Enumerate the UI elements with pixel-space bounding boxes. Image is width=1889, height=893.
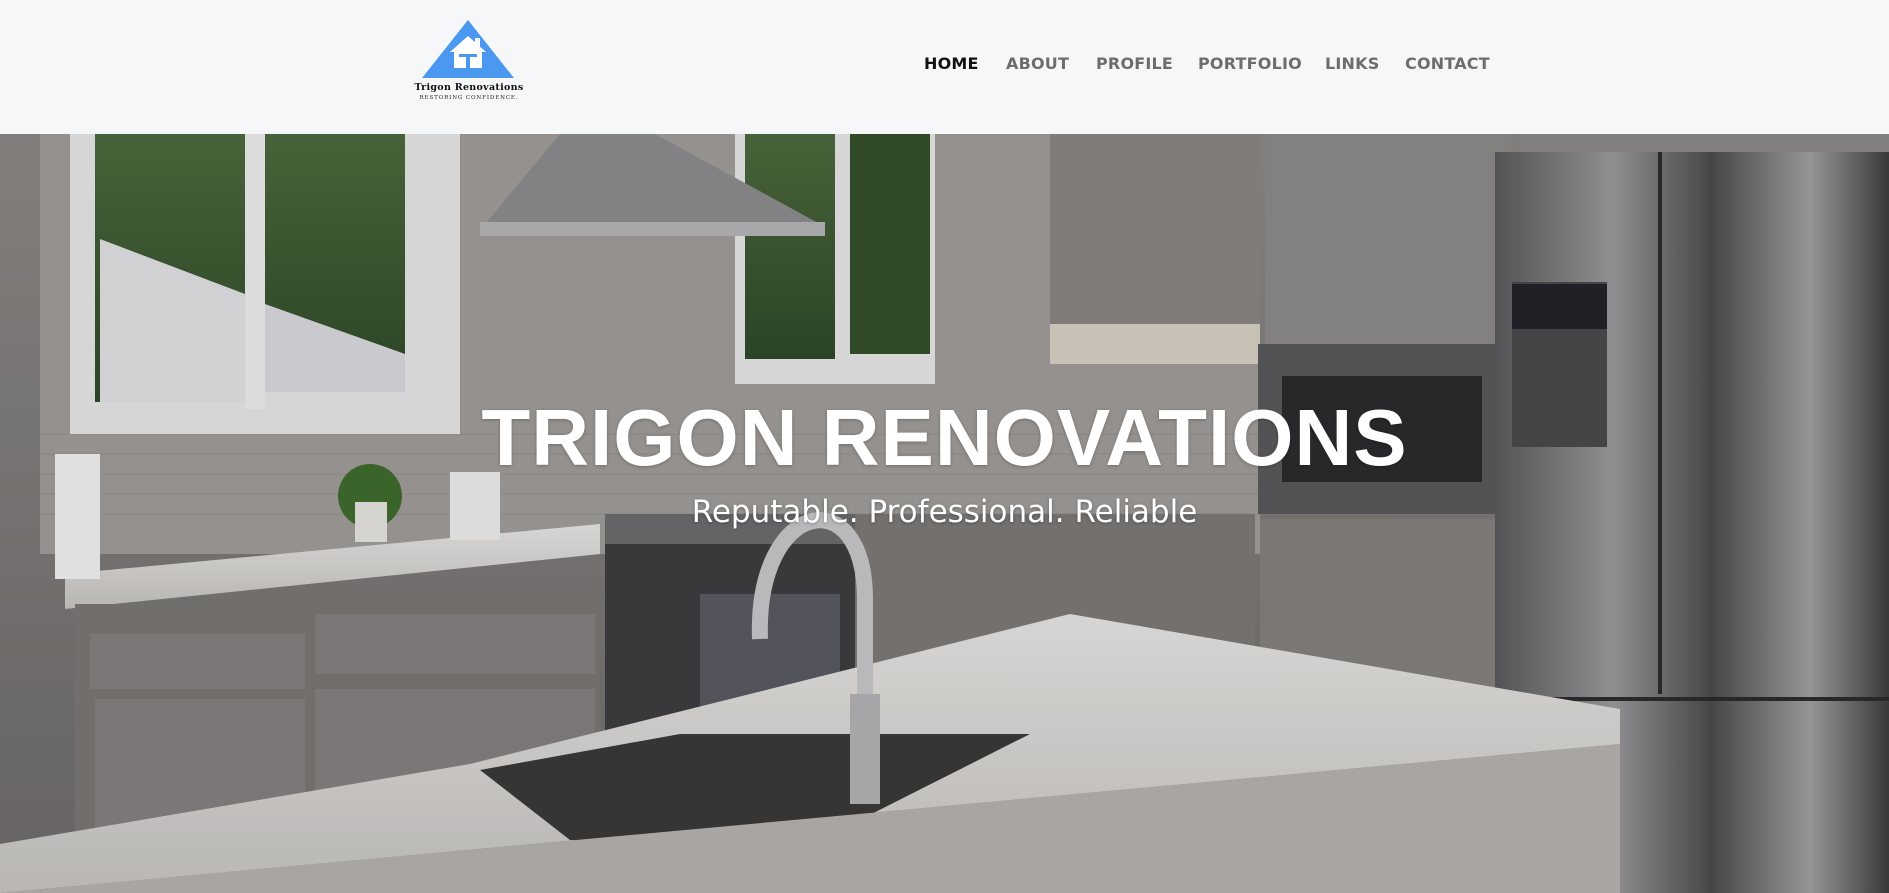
nav-links[interactable]: LINKS — [1325, 54, 1379, 73]
nav-home[interactable]: HOME — [924, 54, 979, 73]
hero-section: TRIGON RENOVATIONS Reputable. Profession… — [0, 134, 1889, 893]
site-header: Trigon Renovations RESTORING CONFIDENCE.… — [0, 0, 1889, 134]
hero-subtitle: Reputable. Professional. Reliable — [691, 494, 1198, 530]
nav-profile[interactable]: PROFILE — [1096, 54, 1173, 73]
logo-tagline: RESTORING CONFIDENCE. — [419, 95, 519, 101]
nav-about[interactable]: ABOUT — [1006, 54, 1069, 73]
hero-title: TRIGON RENOVATIONS — [481, 393, 1408, 482]
nav-portfolio[interactable]: PORTFOLIO — [1198, 54, 1302, 73]
logo-brand-text: Trigon Renovations — [414, 82, 524, 93]
nav-contact[interactable]: CONTACT — [1405, 54, 1490, 73]
main-nav: HOME ABOUT PROFILE PORTFOLIO LINKS CONTA… — [0, 54, 1889, 74]
